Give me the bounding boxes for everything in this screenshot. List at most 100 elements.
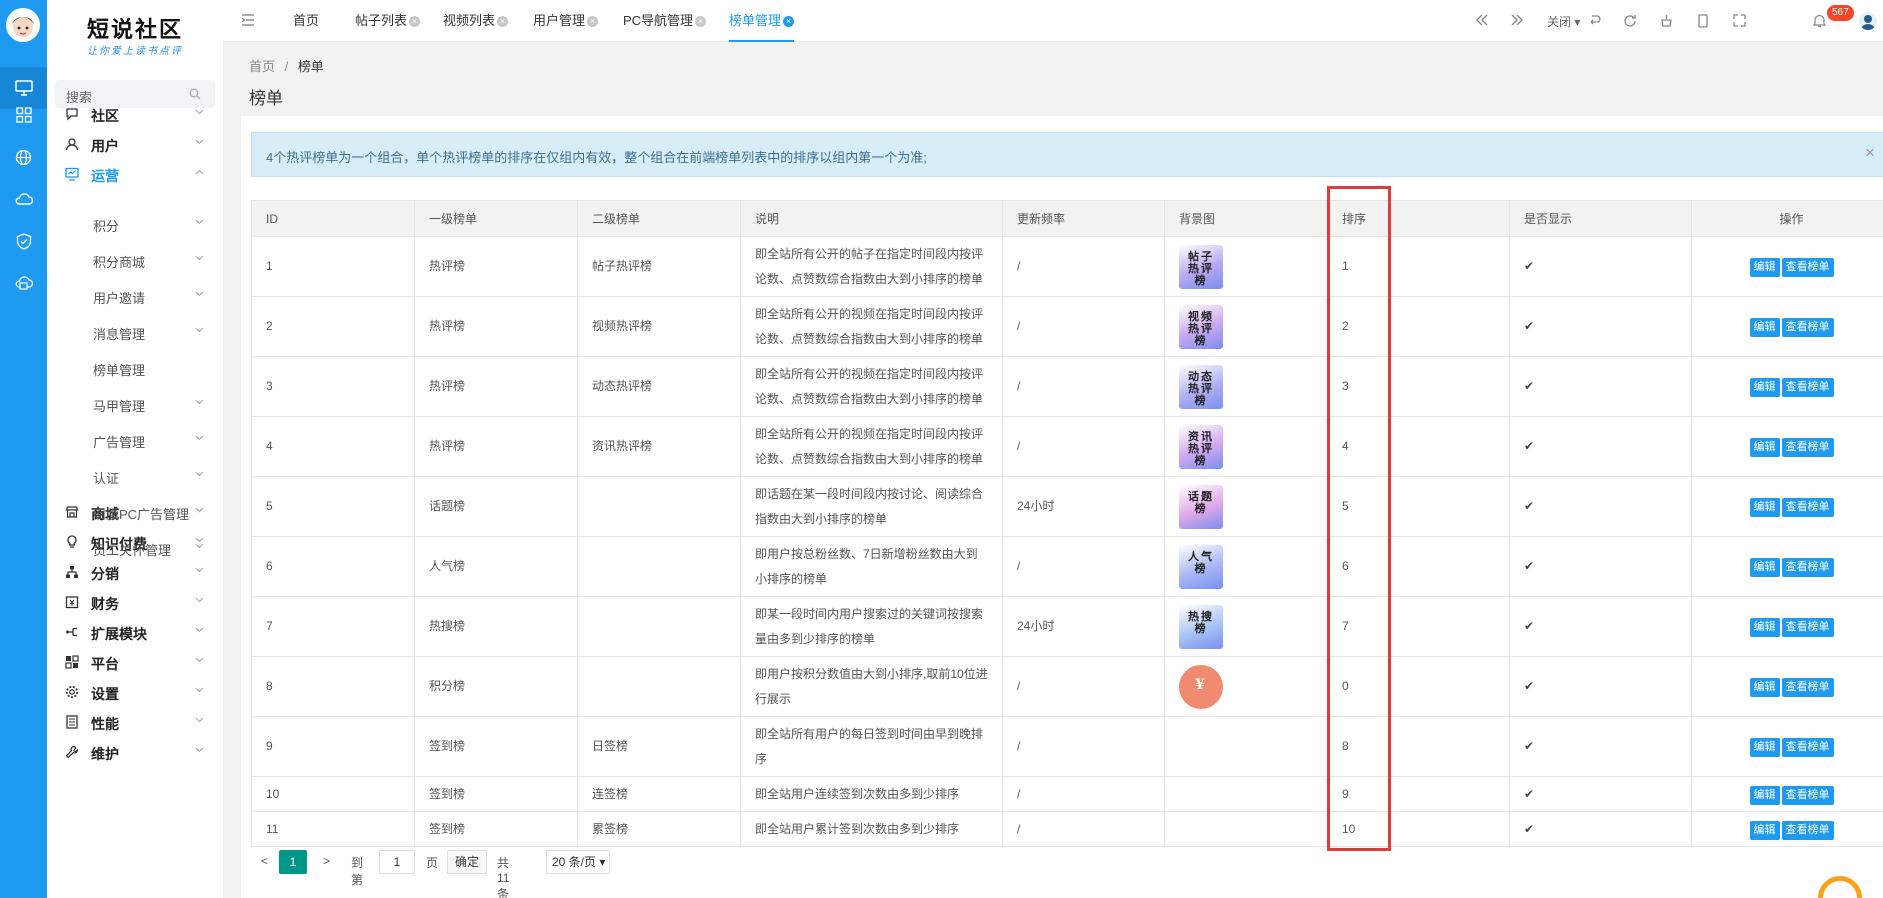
tab-label: 帖子列表 bbox=[355, 13, 408, 28]
cell-level1-text: 热搜榜 bbox=[429, 619, 466, 633]
rail-cloud-icon[interactable] bbox=[0, 178, 47, 220]
edit-button[interactable]: 编辑 bbox=[1749, 820, 1780, 840]
brand-slogan: 让你爱上读书点评 bbox=[87, 46, 183, 57]
edit-button[interactable]: 编辑 bbox=[1749, 558, 1780, 577]
fullscreen-icon[interactable] bbox=[1733, 14, 1746, 27]
current-page-button[interactable]: 1 bbox=[279, 850, 307, 874]
view-rank-button[interactable]: 查看榜单 bbox=[1781, 318, 1834, 337]
cell-level2-text: 日签榜 bbox=[592, 739, 629, 753]
sidebar-subitem-3[interactable]: 消息管理 bbox=[47, 314, 223, 350]
breadcrumb-home[interactable]: 首页 bbox=[249, 59, 275, 74]
sidebar-item-label: 运营 bbox=[91, 168, 119, 184]
cell-description-text: 即全站所有公开的视频在指定时间段内按评论数、点赞数综合指数由大到小排序的榜单 bbox=[755, 306, 984, 346]
cell-level1: 签到榜 bbox=[414, 811, 578, 847]
sidebar-item-11[interactable]: 维护 bbox=[47, 734, 223, 770]
sidebar-subitem-2[interactable]: 用户邀请 bbox=[47, 278, 223, 314]
sidebar-subitem-9[interactable]: 员工关怀管理 bbox=[47, 530, 223, 566]
goto-page-input[interactable]: 1 bbox=[379, 850, 415, 874]
undo-icon[interactable] bbox=[1588, 14, 1601, 26]
view-rank-button[interactable]: 查看榜单 bbox=[1781, 258, 1834, 277]
rail-apps-icon[interactable] bbox=[0, 94, 47, 136]
edit-button[interactable]: 编辑 bbox=[1749, 318, 1780, 337]
chevron-up-icon bbox=[195, 169, 204, 175]
sidebar-subitem-8[interactable]: 旧版PC广告管理 bbox=[47, 494, 223, 530]
column-header: 更新频率 bbox=[1002, 200, 1165, 237]
cell-frequency-text: / bbox=[1017, 319, 1021, 333]
sidebar-subitem-6[interactable]: 广告管理 bbox=[47, 422, 223, 458]
tab-close-icon[interactable]: × bbox=[587, 16, 599, 28]
edit-button[interactable]: 编辑 bbox=[1749, 618, 1780, 637]
view-rank-button[interactable]: 查看榜单 bbox=[1781, 678, 1834, 697]
tab-close-icon[interactable]: × bbox=[409, 16, 421, 28]
edit-button[interactable]: 编辑 bbox=[1749, 738, 1780, 757]
cell-visible: ✔ bbox=[1509, 356, 1692, 417]
mobile-view-icon[interactable] bbox=[1698, 14, 1708, 28]
cell-background bbox=[1164, 716, 1328, 777]
cell-level1-text: 热评榜 bbox=[429, 379, 466, 393]
sidebar-item-label: 扩展模块 bbox=[91, 626, 147, 642]
chevron-down-icon bbox=[195, 597, 204, 603]
next-page-icon[interactable]: > bbox=[323, 854, 330, 868]
tab-3[interactable]: 用户管理 × bbox=[533, 0, 599, 42]
edit-button[interactable]: 编辑 bbox=[1749, 785, 1780, 805]
cell-actions: 编辑 查看榜单 bbox=[1691, 776, 1883, 812]
edit-button[interactable]: 编辑 bbox=[1749, 258, 1780, 277]
view-rank-button[interactable]: 查看榜单 bbox=[1781, 378, 1834, 397]
user-avatar[interactable] bbox=[6, 8, 40, 42]
brand-logo[interactable]: 短说社区 让你爱上读书点评 bbox=[47, 0, 223, 64]
rail-shield-icon[interactable] bbox=[0, 220, 47, 262]
table-row: 11 签到榜 累签榜 即全站用户累计签到次数由多到少排序/10 ✔ 编辑 查看榜单 bbox=[251, 811, 1883, 847]
view-rank-button[interactable]: 查看榜单 bbox=[1781, 438, 1834, 457]
thumbnail-text: 视频 热评 榜 bbox=[1188, 309, 1214, 347]
cell-frequency: / bbox=[1002, 536, 1165, 597]
tab-close-icon[interactable]: × bbox=[783, 16, 795, 28]
sidebar-subitem-4[interactable]: 榜单管理 bbox=[47, 350, 223, 386]
edit-button[interactable]: 编辑 bbox=[1749, 678, 1780, 697]
view-rank-button[interactable]: 查看榜单 bbox=[1781, 558, 1834, 577]
goto-confirm-button[interactable]: 确定 bbox=[447, 850, 487, 874]
rail-globe-icon[interactable] bbox=[0, 136, 47, 178]
edit-button[interactable]: 编辑 bbox=[1749, 498, 1780, 517]
edit-button[interactable]: 编辑 bbox=[1749, 438, 1780, 457]
cell-id-text: 10 bbox=[266, 786, 280, 801]
sidebar-subitem-1[interactable]: 积分商城 bbox=[47, 242, 223, 278]
sidebar-subitem-0[interactable]: 积分 bbox=[47, 206, 223, 242]
cell-description: 即全站用户累计签到次数由多到少排序 bbox=[740, 811, 1003, 847]
tab-1[interactable]: 帖子列表 × bbox=[355, 0, 421, 42]
close-tabs-dropdown[interactable]: 关闭 ▾ bbox=[1547, 13, 1580, 30]
sidebar-subitem-5[interactable]: 马甲管理 bbox=[47, 386, 223, 422]
cell-background: 动态 热评 榜 bbox=[1164, 356, 1328, 417]
notification-bell-icon[interactable] bbox=[1813, 14, 1826, 28]
sidebar-subitem-7[interactable]: 认证 bbox=[47, 458, 223, 494]
rail-cloud-server-icon[interactable] bbox=[0, 262, 47, 304]
check-icon: ✔ bbox=[1524, 821, 1535, 836]
tab-0[interactable]: 首页 bbox=[293, 0, 319, 42]
sidebar-item-2[interactable]: 运营 bbox=[47, 156, 223, 192]
view-rank-button[interactable]: 查看榜单 bbox=[1781, 820, 1834, 840]
table-row: 4 热评榜 资讯热评榜 即全站所有公开的视频在指定时间段内按评论数、点赞数综合指数由大… bbox=[251, 416, 1883, 477]
refresh-icon[interactable] bbox=[1623, 14, 1637, 28]
view-rank-button[interactable]: 查看榜单 bbox=[1781, 738, 1834, 757]
cell-id: 2 bbox=[251, 296, 415, 357]
sidebar-toggle-icon[interactable] bbox=[241, 14, 255, 26]
view-rank-button[interactable]: 查看榜单 bbox=[1781, 618, 1834, 637]
tab-close-icon[interactable]: × bbox=[497, 16, 509, 28]
tabs-scroll-right-icon[interactable] bbox=[1510, 14, 1524, 26]
tab-close-icon[interactable]: × bbox=[695, 16, 707, 28]
view-rank-button[interactable]: 查看榜单 bbox=[1781, 498, 1834, 517]
top-user-avatar[interactable] bbox=[1859, 12, 1877, 30]
cell-level1-text: 热评榜 bbox=[429, 319, 466, 333]
tab-2[interactable]: 视频列表 × bbox=[443, 0, 509, 42]
edit-button[interactable]: 编辑 bbox=[1749, 378, 1780, 397]
clear-cache-icon[interactable] bbox=[1660, 14, 1673, 27]
prev-page-icon[interactable]: < bbox=[261, 854, 268, 868]
view-rank-button[interactable]: 查看榜单 bbox=[1781, 785, 1834, 805]
tabs-scroll-left-icon[interactable] bbox=[1475, 14, 1489, 26]
page-size-select[interactable]: 20 条/页 ▾ bbox=[546, 850, 610, 874]
chevron-down-icon bbox=[195, 399, 204, 405]
cell-background: 视频 热评 榜 bbox=[1164, 296, 1328, 357]
tab-5[interactable]: 榜单管理 × bbox=[729, 0, 795, 42]
tab-4[interactable]: PC导航管理 × bbox=[623, 0, 707, 42]
alert-close-icon[interactable]: × bbox=[1865, 143, 1875, 163]
chevron-down-icon bbox=[195, 139, 204, 145]
